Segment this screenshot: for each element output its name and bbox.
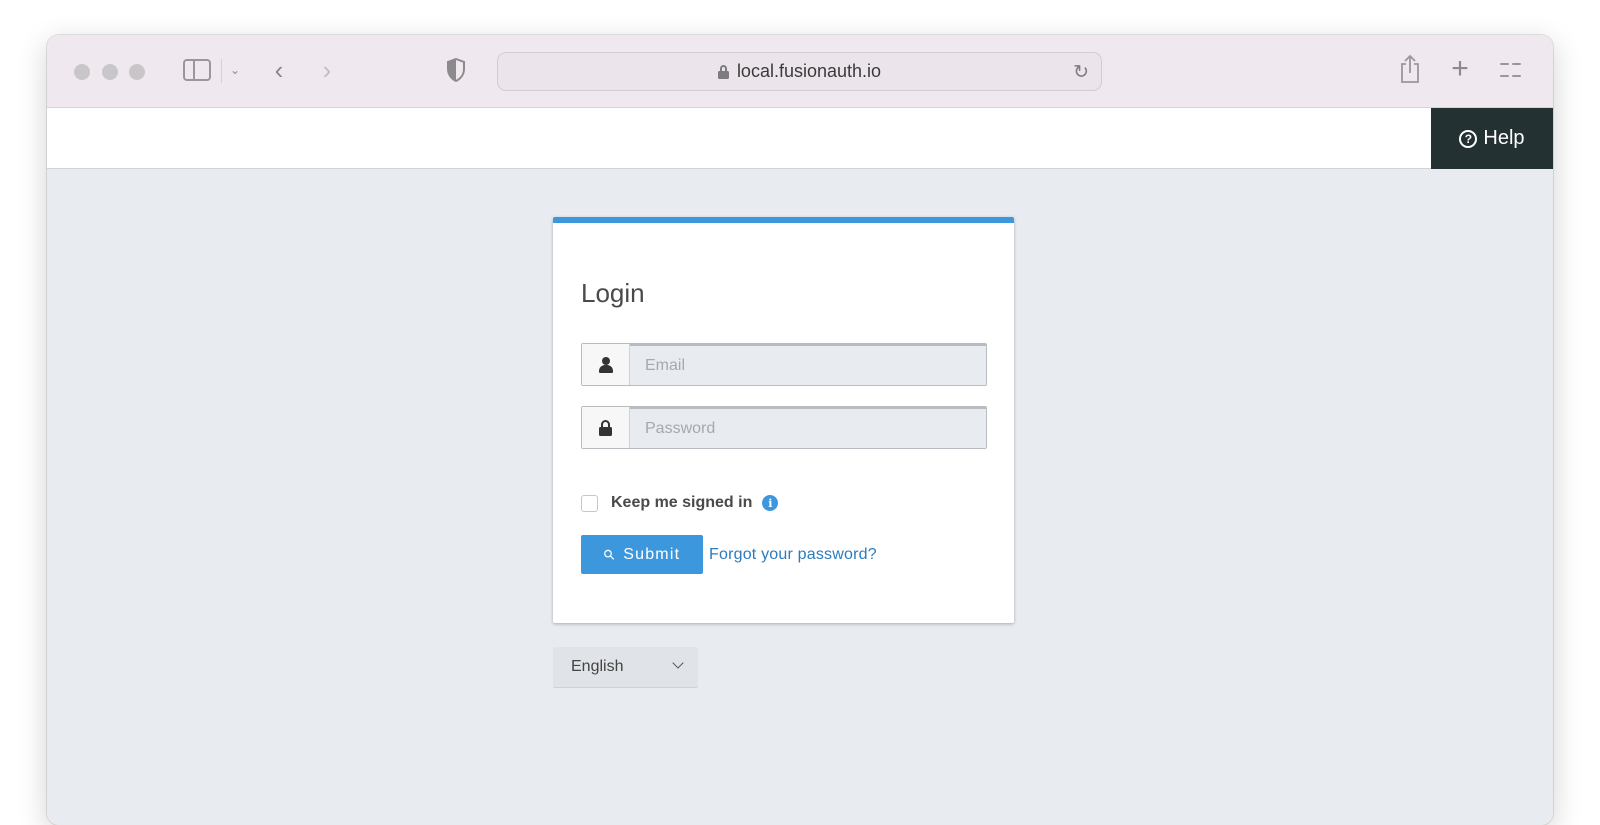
chevron-down-icon[interactable]: ⌄ [227, 59, 243, 81]
login-panel: Login Keep me signed in i ⚲ [553, 217, 1014, 623]
lock-icon [717, 64, 729, 79]
language-select[interactable]: English [553, 647, 698, 688]
language-selected: English [571, 658, 624, 675]
help-icon: ? [1459, 129, 1478, 148]
address-bar[interactable]: local.fusionauth.io ↻ [497, 52, 1102, 91]
password-addon [582, 407, 630, 448]
page-title: Login [581, 278, 645, 308]
browser-window: ⌄ ‹ › local.fusionauth.io ↻ + ? Help Log… [47, 35, 1553, 825]
new-tab-button[interactable]: + [1447, 52, 1473, 85]
url-text[interactable]: local.fusionauth.io [737, 61, 881, 82]
toolbar-divider [221, 59, 222, 83]
grid-icon[interactable] [1499, 59, 1521, 81]
minimize-window-button[interactable] [102, 64, 118, 80]
page-content: Login Keep me signed in i ⚲ [47, 170, 1553, 825]
sidebar-icon[interactable] [183, 59, 211, 81]
chevron-down-icon [672, 657, 684, 669]
browser-toolbar: ⌄ ‹ › local.fusionauth.io ↻ + [47, 35, 1553, 108]
submit-label: Submit [623, 545, 681, 563]
remember-me-checkbox[interactable] [581, 494, 598, 512]
zoom-window-button[interactable] [129, 64, 145, 80]
help-button[interactable]: ? Help [1431, 108, 1553, 169]
lock-icon [599, 419, 612, 436]
remember-me-label[interactable]: Keep me signed in [611, 494, 752, 512]
shield-icon[interactable] [445, 57, 467, 83]
submit-button[interactable]: ⚲ Submit [581, 535, 703, 574]
forward-button[interactable]: › [317, 55, 337, 85]
info-icon[interactable]: i [762, 495, 779, 511]
app-header: ? Help [47, 108, 1553, 169]
forgot-password-link[interactable]: Forgot your password? [709, 546, 877, 564]
reload-icon[interactable]: ↻ [1073, 61, 1089, 84]
close-window-button[interactable] [74, 64, 90, 80]
user-icon [598, 356, 613, 373]
share-icon[interactable] [1397, 53, 1423, 85]
form-actions: ⚲ Submit Forgot your password? [581, 535, 877, 574]
email-addon [582, 344, 630, 385]
email-input-group [581, 343, 987, 386]
password-field[interactable] [630, 407, 986, 448]
help-label: Help [1483, 127, 1525, 149]
key-icon: ⚲ [599, 544, 619, 564]
remember-me: Keep me signed in i [581, 494, 779, 512]
back-button[interactable]: ‹ [269, 55, 289, 85]
password-input-group [581, 406, 987, 449]
email-field[interactable] [630, 344, 986, 385]
